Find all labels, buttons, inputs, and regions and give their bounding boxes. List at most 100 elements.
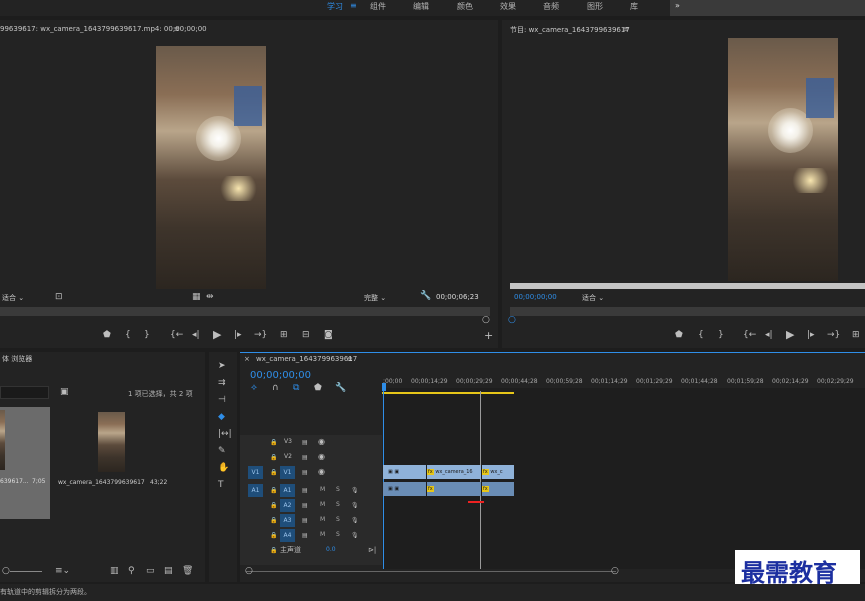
lock-icon[interactable]: 🔒: [270, 546, 277, 555]
project-item-1[interactable]: 639617... 7;05: [0, 407, 50, 519]
mark-in-icon[interactable]: {: [125, 331, 131, 340]
sync-lock-icon[interactable]: ▤: [302, 453, 308, 462]
sync-lock-icon[interactable]: ▤: [302, 516, 308, 525]
workspace-audio[interactable]: 音频: [543, 1, 559, 12]
timeline-timecode[interactable]: 00;00;00;00: [250, 370, 311, 381]
mic-icon[interactable]: 🎙: [351, 516, 359, 525]
eye-icon[interactable]: ◉: [318, 437, 325, 446]
sync-lock-icon[interactable]: ▤: [302, 501, 308, 510]
type-tool-icon[interactable]: T: [218, 481, 224, 490]
source-export-frame-icon[interactable]: ▦: [192, 293, 201, 302]
selection-tool-icon[interactable]: ➤: [218, 362, 226, 371]
program-timecode[interactable]: 00;00;00;00: [514, 293, 557, 301]
sync-lock-icon[interactable]: ▤: [302, 531, 308, 540]
linked-selection-icon[interactable]: ⧉: [293, 384, 299, 393]
sync-lock-icon[interactable]: ▤: [302, 438, 308, 447]
workspace-effects[interactable]: 效果: [500, 1, 516, 12]
mic-icon[interactable]: 🎙: [351, 486, 359, 495]
audio-clip-3[interactable]: fx: [482, 482, 514, 496]
sync-lock-icon[interactable]: ▤: [302, 486, 308, 495]
program-mark-out-icon[interactable]: }: [718, 331, 724, 340]
timeline-close-icon[interactable]: ×: [244, 355, 250, 363]
program-step-forward-icon[interactable]: |▸: [807, 331, 815, 340]
lock-icon[interactable]: 🔒: [270, 531, 277, 540]
workspace-learn[interactable]: 学习: [327, 1, 343, 12]
lock-icon[interactable]: 🔒: [270, 453, 277, 462]
program-go-to-out-icon[interactable]: →}: [827, 331, 840, 340]
slip-tool-icon[interactable]: |↔|: [218, 430, 232, 439]
program-go-to-in-icon[interactable]: {←: [743, 331, 756, 340]
sort-icon[interactable]: ≡⌄: [55, 567, 70, 576]
mark-out-icon[interactable]: }: [144, 331, 150, 340]
timeline-scrollbar[interactable]: [246, 571, 616, 572]
add-marker-icon[interactable]: ⬟: [314, 384, 322, 393]
new-bin-icon[interactable]: ▣: [60, 388, 69, 397]
track-target-a1[interactable]: A1: [280, 484, 295, 497]
workspace-edit[interactable]: 编辑: [413, 1, 429, 12]
program-playhead-handle[interactable]: ○: [508, 316, 516, 325]
snap-icon[interactable]: ∩: [272, 384, 279, 393]
workspace-graphics[interactable]: 图形: [587, 1, 603, 12]
source-scrubber[interactable]: [0, 307, 490, 316]
track-target-a3[interactable]: A3: [280, 514, 295, 527]
video-clip-2[interactable]: fx wx_camera_16: [427, 465, 481, 479]
eye-icon[interactable]: ◉: [318, 467, 325, 476]
step-forward-icon[interactable]: |▸: [234, 331, 242, 340]
workspace-menu-icon[interactable]: ≡: [350, 1, 357, 10]
program-step-back-icon[interactable]: ◂|: [765, 331, 773, 340]
ripple-edit-tool-icon[interactable]: ⊣: [218, 396, 226, 405]
new-item-icon[interactable]: ▤: [164, 567, 173, 576]
workspace-color[interactable]: 颜色: [457, 1, 473, 12]
hand-tool-icon[interactable]: ✋: [218, 464, 229, 473]
pen-tool-icon[interactable]: ✎: [218, 447, 226, 456]
timeline-settings-icon[interactable]: 🔧: [335, 384, 346, 393]
overwrite-icon[interactable]: ⊟: [302, 331, 310, 340]
mic-icon[interactable]: 🎙: [351, 531, 359, 540]
go-to-in-icon[interactable]: {←: [170, 331, 183, 340]
source-settings-icon[interactable]: ⊡: [55, 293, 63, 302]
workspace-more-button[interactable]: »: [675, 1, 680, 10]
automate-icon[interactable]: ▥: [110, 567, 119, 576]
find-icon[interactable]: ⚲: [128, 567, 135, 576]
lock-icon[interactable]: 🔒: [270, 516, 277, 525]
lock-icon[interactable]: 🔒: [270, 468, 277, 477]
source-drag-icon[interactable]: ⇹: [206, 293, 214, 302]
source-patch-v1[interactable]: V1: [248, 466, 263, 479]
program-lift-icon[interactable]: ⊞: [852, 331, 860, 340]
program-marker-icon[interactable]: ⬟: [675, 331, 683, 340]
source-fit-dropdown[interactable]: 适合 ⌄: [2, 293, 24, 303]
mic-icon[interactable]: 🎙: [351, 501, 359, 510]
go-to-out-icon[interactable]: →}: [254, 331, 267, 340]
lock-icon[interactable]: 🔒: [270, 438, 277, 447]
track-target-v1[interactable]: V1: [280, 466, 295, 479]
eye-icon[interactable]: ◉: [318, 452, 325, 461]
solo-button[interactable]: S: [336, 501, 340, 508]
workspace-libraries[interactable]: 库: [630, 1, 638, 12]
program-fit-dropdown[interactable]: 适合 ⌄: [582, 293, 604, 303]
source-wrench-icon[interactable]: 🔧: [420, 292, 431, 301]
step-back-icon[interactable]: ◂|: [192, 331, 200, 340]
master-volume[interactable]: 0.0: [326, 546, 336, 553]
timeline-tab[interactable]: wx_camera_1643799639617: [256, 355, 357, 363]
program-mark-in-icon[interactable]: {: [698, 331, 704, 340]
source-monitor-menu-icon[interactable]: ≡: [174, 25, 180, 33]
program-scrubber[interactable]: [510, 307, 865, 316]
zoom-slider-handle[interactable]: ○: [2, 567, 10, 576]
mute-button[interactable]: M: [320, 486, 325, 493]
workspace-assembly[interactable]: 组件: [370, 1, 386, 12]
lock-icon[interactable]: 🔒: [270, 486, 277, 495]
solo-button[interactable]: S: [336, 531, 340, 538]
project-item-2[interactable]: wx_camera_1643799639617 43;22: [52, 407, 170, 519]
audio-clip-1[interactable]: ▣ ▣: [383, 482, 426, 496]
sync-lock-icon[interactable]: ▤: [302, 468, 308, 477]
source-quality-dropdown[interactable]: 完整 ⌄: [364, 293, 386, 303]
source-zoom-handle[interactable]: ○: [482, 316, 490, 325]
lock-icon[interactable]: 🔒: [270, 501, 277, 510]
scroll-handle-right[interactable]: ○: [611, 567, 619, 576]
camera-icon[interactable]: ◙: [324, 331, 333, 340]
scroll-handle-left[interactable]: ○: [245, 567, 253, 576]
program-play-icon[interactable]: ▶: [786, 329, 794, 340]
mute-button[interactable]: M: [320, 501, 325, 508]
video-clip-3[interactable]: fx wx_c: [482, 465, 514, 479]
play-icon[interactable]: ▶: [213, 329, 221, 340]
